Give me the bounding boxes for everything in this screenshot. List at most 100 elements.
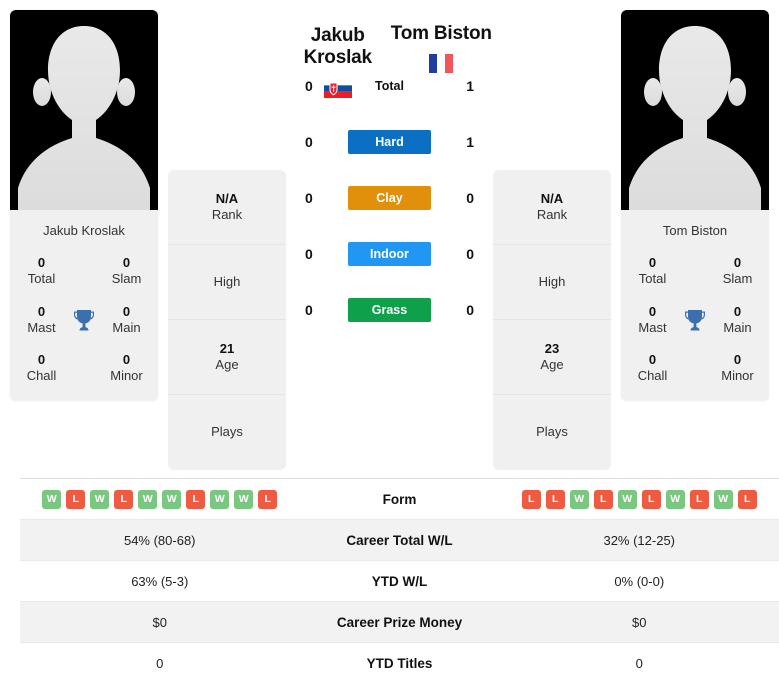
left-career-wl-value: 54% (80-68) xyxy=(123,532,196,548)
left-titles-minor-value: 0 xyxy=(122,352,131,367)
right-form-cell: LLWLWLWLWL xyxy=(500,489,779,509)
left-player-photo xyxy=(10,10,158,210)
form-badge-win[interactable]: W xyxy=(617,489,637,509)
form-badge-loss[interactable]: L xyxy=(258,489,278,509)
stats-row-prize-money: $0 Career Prize Money $0 xyxy=(20,601,779,642)
right-titles-mast: 0 Mast xyxy=(627,304,678,337)
right-ytd-titles-value: 0 xyxy=(635,655,643,671)
form-badge-loss[interactable]: L xyxy=(641,489,661,509)
left-titles-slam: 0 Slam xyxy=(101,255,152,288)
left-titles-minor-label: Minor xyxy=(110,368,143,384)
form-badge-win[interactable]: W xyxy=(138,489,158,509)
left-player-photo-column: Jakub Kroslak 0 Total 0 Slam 0 Mast 0 Ma… xyxy=(0,0,168,401)
left-form-cell: WLWLWWLWWL xyxy=(20,489,300,509)
left-player-card[interactable]: Jakub Kroslak 0 Total 0 Slam 0 Mast 0 Ma… xyxy=(10,10,158,401)
form-badge-win[interactable]: W xyxy=(713,489,733,509)
right-ytd-wl-value: 0% (0-0) xyxy=(614,573,665,589)
form-badge-loss[interactable]: L xyxy=(66,489,86,509)
form-badge-win[interactable]: W xyxy=(162,489,182,509)
left-form-badges: WLWLWWLWWL xyxy=(42,489,278,509)
stats-label-ytd-wl: YTD W/L xyxy=(371,573,428,589)
form-badge-win[interactable]: W xyxy=(569,489,589,509)
form-badge-loss[interactable]: L xyxy=(521,489,541,509)
h2h-indoor-label[interactable]: Indoor xyxy=(347,242,432,266)
right-form-badges: LLWLWLWLWL xyxy=(521,489,757,509)
form-badge-loss[interactable]: L xyxy=(737,489,757,509)
stats-label-prize-money: Career Prize Money xyxy=(336,614,463,630)
right-plays-cell: Plays xyxy=(493,395,611,470)
h2h-total-label: Total xyxy=(375,79,404,93)
h2h-hard-label[interactable]: Hard xyxy=(347,130,432,154)
right-player-name: Tom Biston xyxy=(390,23,492,44)
right-age-value: 23 xyxy=(544,340,560,356)
right-titles-total-value: 0 xyxy=(648,255,657,270)
stats-label-form: Form xyxy=(382,491,417,507)
avatar-placeholder-icon xyxy=(629,26,761,210)
h2h-clay-label[interactable]: Clay xyxy=(347,186,432,210)
right-career-wl-value: 32% (12-25) xyxy=(603,532,676,548)
h2h-row-grass: 0 Grass 0 xyxy=(286,282,493,338)
left-player-name-line1: Jakub xyxy=(310,25,365,46)
form-badge-loss[interactable]: L xyxy=(689,489,709,509)
form-badge-win[interactable]: W xyxy=(234,489,254,509)
form-badge-win[interactable]: W xyxy=(665,489,685,509)
right-titles-mast-label: Mast xyxy=(638,319,667,335)
left-prize-money-value: $0 xyxy=(152,614,167,630)
h2h-hard-left-score: 0 xyxy=(304,134,313,150)
form-badge-win[interactable]: W xyxy=(42,489,62,509)
h2h-row-clay: 0 Clay 0 xyxy=(286,170,493,226)
right-rank-value: N/A xyxy=(540,190,564,206)
left-titles-mast-value: 0 xyxy=(37,303,46,319)
stats-row-form: WLWLWWLWWL Form LLWLWLWLWL xyxy=(20,478,779,519)
right-titles-main-label: Main xyxy=(723,319,752,335)
form-badge-win[interactable]: W xyxy=(90,489,110,509)
h2h-total-right-score: 1 xyxy=(466,78,475,94)
trophy-icon xyxy=(67,307,101,333)
left-player-info-card: N/A Rank High 21 Age Plays xyxy=(168,170,286,470)
left-rank-label: Rank xyxy=(211,207,243,222)
stats-label-ytd-titles: YTD Titles xyxy=(366,655,433,671)
left-titles-mast: 0 Mast xyxy=(16,304,67,337)
left-titles-slam-label: Slam xyxy=(111,271,142,287)
stats-row-career-wl: 54% (80-68) Career Total W/L 32% (12-25) xyxy=(20,519,779,560)
right-titles-main-value: 0 xyxy=(733,303,742,319)
h2h-clay-right-score: 0 xyxy=(466,190,475,206)
form-badge-loss[interactable]: L xyxy=(114,489,134,509)
h2h-grass-left-score: 0 xyxy=(304,302,313,318)
left-plays-label: Plays xyxy=(211,424,243,440)
right-titles-chall: 0 Chall xyxy=(627,352,678,385)
left-high-cell: High xyxy=(168,245,286,320)
form-badge-loss[interactable]: L xyxy=(593,489,613,509)
surface-breakdown-rows: 0 Total 1 0 Hard 1 0 Clay 0 0 Indoor 0 0… xyxy=(286,58,493,338)
form-badge-loss[interactable]: L xyxy=(186,489,206,509)
right-high-label: High xyxy=(538,273,566,289)
right-player-card[interactable]: Tom Biston 0 Total 0 Slam 0 Mast 0 Main … xyxy=(621,10,769,401)
stats-row-ytd-titles: 0 YTD Titles 0 xyxy=(20,642,779,683)
h2h-grass-label[interactable]: Grass xyxy=(347,298,432,322)
right-titles-slam: 0 Slam xyxy=(712,255,763,288)
stats-row-ytd-wl: 63% (5-3) YTD W/L 0% (0-0) xyxy=(20,560,779,601)
left-titles-chall-label: Chall xyxy=(26,368,57,384)
left-titles-main: 0 Main xyxy=(101,304,152,337)
left-high-label: High xyxy=(213,273,241,289)
left-titles-total-label: Total xyxy=(27,271,56,287)
stats-label-career-wl: Career Total W/L xyxy=(346,532,453,548)
left-age-label: Age xyxy=(215,357,239,372)
h2h-row-hard: 0 Hard 1 xyxy=(286,114,493,170)
form-badge-loss[interactable]: L xyxy=(545,489,565,509)
form-badge-win[interactable]: W xyxy=(210,489,230,509)
h2h-comparison-page: Jakub Kroslak 0 Total 0 Slam 0 Mast 0 Ma… xyxy=(0,0,779,699)
right-titles-minor-value: 0 xyxy=(733,352,742,367)
right-titles-slam-label: Slam xyxy=(722,271,753,287)
head-to-head-center-column: Jakub Kroslak Tom Biston 0 Total 1 0 Har… xyxy=(286,0,493,478)
left-rank-value: N/A xyxy=(215,190,239,206)
right-player-info-column: N/A Rank High 23 Age Plays xyxy=(493,0,611,470)
h2h-clay-left-score: 0 xyxy=(304,190,313,206)
trophy-icon xyxy=(678,307,712,333)
h2h-row-total: 0 Total 1 xyxy=(286,58,493,114)
left-titles-main-label: Main xyxy=(112,319,141,335)
left-titles-chall: 0 Chall xyxy=(16,352,67,385)
left-titles-main-value: 0 xyxy=(122,303,131,319)
left-age-cell: 21 Age xyxy=(168,320,286,395)
right-player-info-card: N/A Rank High 23 Age Plays xyxy=(493,170,611,470)
